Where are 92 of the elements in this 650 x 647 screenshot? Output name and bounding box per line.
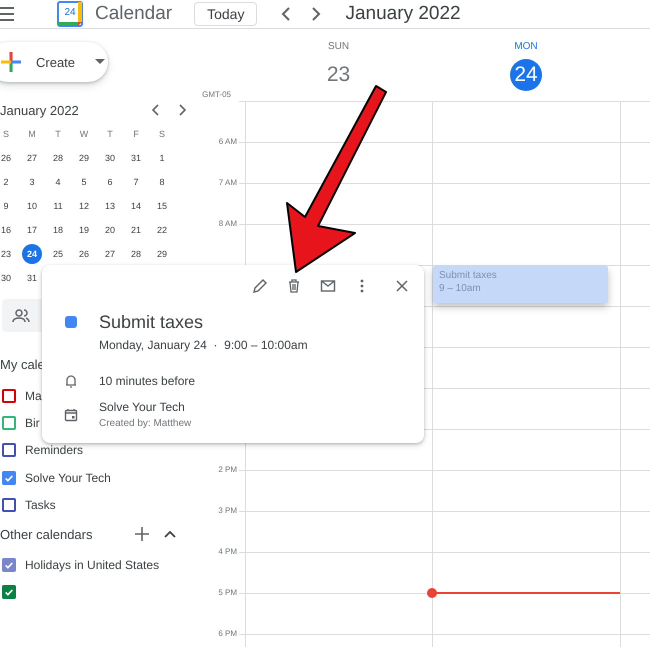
mini-calendar-day[interactable]: 24: [22, 244, 42, 264]
mini-calendar-day[interactable]: 21: [126, 220, 146, 240]
mini-calendar-day[interactable]: 2: [0, 172, 16, 192]
section-title: Other calendars: [0, 526, 94, 542]
calendar-label: Tasks: [25, 498, 56, 512]
hour-label: 5 PM: [218, 588, 237, 597]
calendar-label: Ma: [25, 388, 42, 403]
calendar-label: Solve Your Tech: [25, 470, 111, 485]
mini-calendar-day[interactable]: 22: [152, 220, 172, 240]
hour-label: 8 AM: [218, 219, 237, 228]
mini-calendar-day[interactable]: 23: [0, 244, 16, 264]
mini-calendar-day[interactable]: 28: [48, 148, 68, 168]
weekday-label: W: [78, 128, 90, 141]
mini-calendar-day[interactable]: 5: [74, 172, 94, 192]
mini-calendar-day[interactable]: 11: [48, 196, 68, 216]
event-title: Submit taxes: [99, 312, 204, 333]
today-button[interactable]: Today: [194, 2, 258, 26]
mini-calendar-day[interactable]: 10: [22, 196, 42, 216]
mini-calendar-day[interactable]: 27: [22, 148, 42, 168]
create-button[interactable]: Create: [0, 42, 108, 82]
mini-calendar-day[interactable]: 17: [22, 220, 42, 240]
checkbox[interactable]: [2, 585, 16, 600]
mini-calendar-day[interactable]: 28: [126, 244, 146, 264]
event-date: Monday, January 24 · 9:00 – 10:00am: [99, 338, 308, 352]
mini-calendar-day[interactable]: 16: [0, 220, 16, 240]
mini-calendar-day[interactable]: 20: [100, 220, 120, 240]
hour-label: 2 PM: [218, 465, 237, 474]
checkbox[interactable]: [2, 443, 16, 458]
mini-calendar-day[interactable]: 30: [0, 268, 16, 288]
weekday-label: S: [2, 128, 10, 141]
trash-icon[interactable]: [286, 278, 302, 294]
checkbox[interactable]: [2, 416, 16, 430]
mini-calendar-day[interactable]: 3: [22, 172, 42, 192]
bell-icon: [64, 374, 78, 388]
weekday-label: F: [132, 128, 140, 141]
mini-calendar-title: January 2022: [0, 102, 80, 118]
checkbox[interactable]: [2, 498, 16, 512]
mini-calendar-day[interactable]: 31: [22, 268, 42, 288]
mini-calendar-day[interactable]: 12: [74, 196, 94, 216]
mini-calendar-day[interactable]: 18: [48, 220, 68, 240]
reminder-text: 10 minutes before: [99, 374, 196, 388]
weekday-label: T: [54, 128, 62, 141]
calendar-label: Holidays in United States: [25, 558, 160, 572]
hour-label: 7 AM: [218, 178, 237, 187]
weekday-label: S: [158, 128, 166, 141]
calendar-label: Reminders: [25, 443, 84, 458]
mini-calendar-day[interactable]: 30: [100, 148, 120, 168]
mini-calendar-day[interactable]: 19: [74, 220, 94, 240]
calendar-name: Solve Your Tech: [99, 400, 186, 414]
mini-calendar-day[interactable]: 8: [152, 172, 172, 192]
edit-icon[interactable]: [252, 278, 268, 294]
mail-icon[interactable]: [320, 278, 336, 294]
mini-calendar-day[interactable]: 7: [126, 172, 146, 192]
mini-calendar-day[interactable]: 27: [100, 244, 120, 264]
checkbox[interactable]: [2, 558, 16, 572]
calendar-icon: [64, 408, 78, 422]
close-icon[interactable]: [394, 278, 410, 294]
hour-label: 6 PM: [218, 629, 237, 638]
mini-calendar-day[interactable]: 9: [0, 196, 16, 216]
hour-label: 4 PM: [218, 547, 237, 556]
mini-calendar-day[interactable]: 15: [152, 196, 172, 216]
checkbox[interactable]: [2, 388, 16, 403]
mini-calendar-day[interactable]: 29: [152, 244, 172, 264]
day-number[interactable]: 23: [322, 59, 354, 91]
mini-calendar-day[interactable]: 14: [126, 196, 146, 216]
mini-calendar-day[interactable]: 6: [100, 172, 120, 192]
add-icon[interactable]: [134, 526, 150, 542]
checkbox[interactable]: [2, 470, 16, 485]
caret-icon: [95, 59, 106, 65]
app-title: Calendar: [95, 3, 172, 25]
mini-calendar-day[interactable]: 31: [126, 148, 146, 168]
calendar-label: Bir: [25, 416, 40, 430]
month-title: January 2022: [345, 3, 461, 25]
created-by-text: Created by: Matthew: [99, 418, 192, 429]
mini-calendar-day[interactable]: 4: [48, 172, 68, 192]
weekday-label: T: [106, 128, 114, 141]
mini-calendar-day[interactable]: 1: [152, 148, 172, 168]
mini-calendar-day[interactable]: 25: [48, 244, 68, 264]
mini-calendar-day[interactable]: 29: [74, 148, 94, 168]
calendar-logo-icon: 24: [57, 1, 83, 27]
mini-calendar-day[interactable]: 26: [74, 244, 94, 264]
weekday-label: SUN: [328, 41, 350, 54]
timezone-label: GMT-05: [202, 90, 231, 99]
mini-calendar-day[interactable]: 26: [0, 148, 16, 168]
hour-label: 6 AM: [218, 137, 237, 146]
mini-calendar-day[interactable]: 13: [100, 196, 120, 216]
weekday-label: M: [27, 128, 37, 141]
weekday-label: MON: [514, 41, 538, 54]
plus-icon: [0, 51, 22, 73]
hour-label: 3 PM: [218, 506, 237, 515]
people-icon: [12, 306, 30, 324]
day-number[interactable]: 24: [510, 59, 542, 91]
